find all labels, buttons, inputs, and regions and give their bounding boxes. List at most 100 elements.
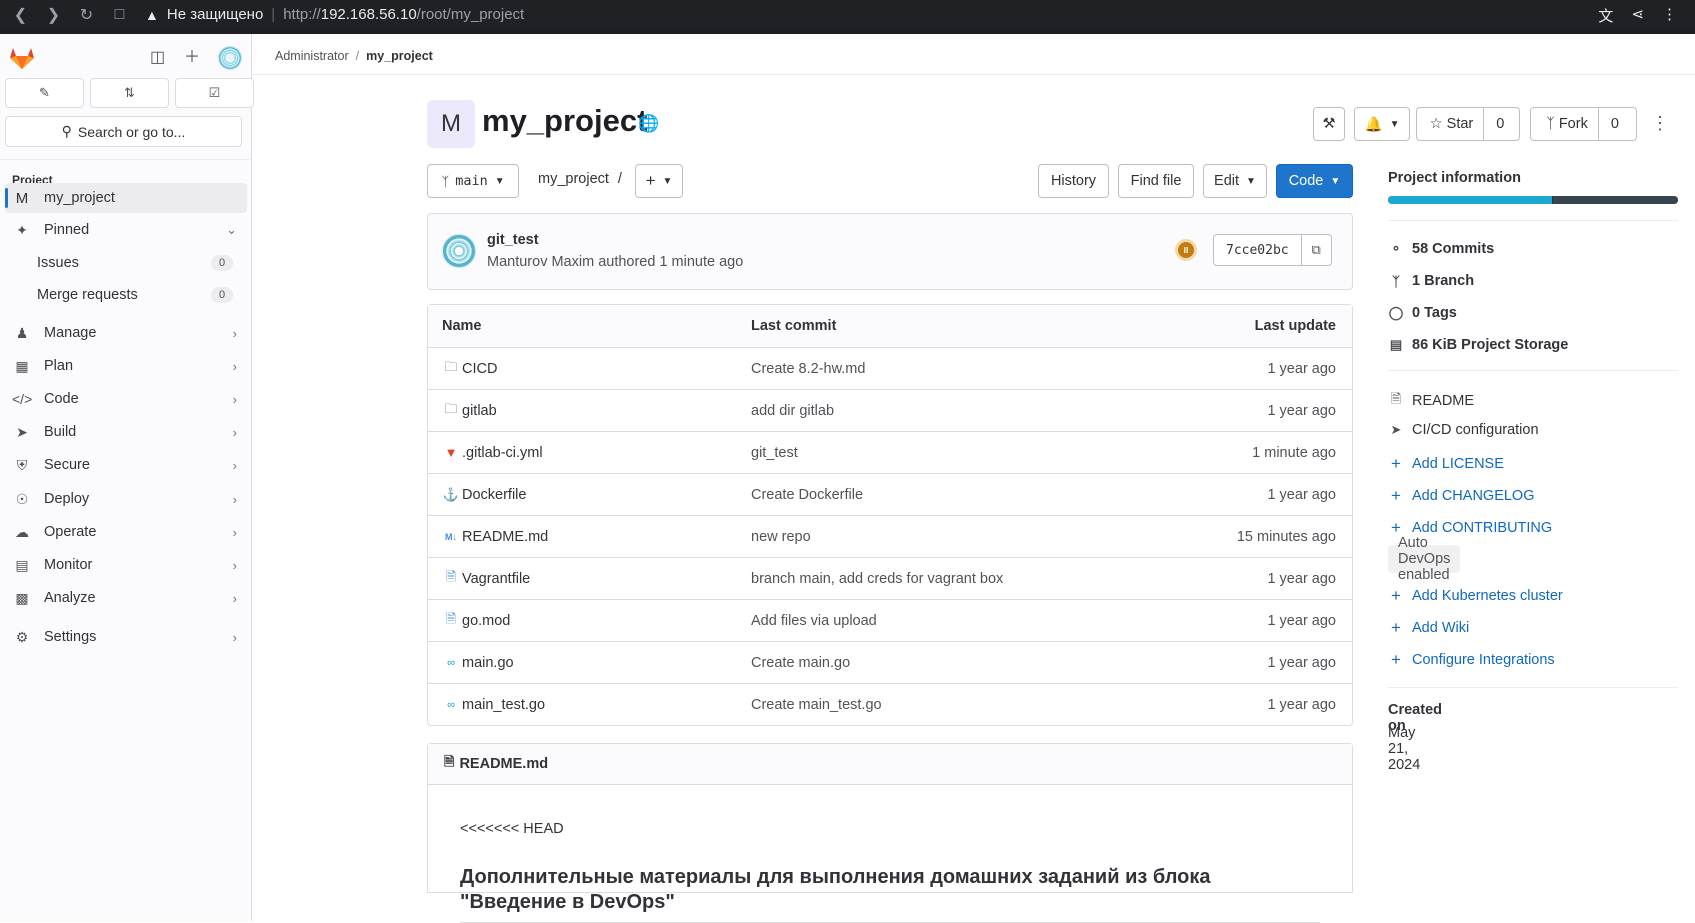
file-updated: 1 year ago [1267, 570, 1336, 587]
readme-filename[interactable]: README.md [459, 756, 548, 772]
sidebar-item-deploy[interactable]: ☉ Deploy › [5, 484, 247, 514]
settings-wrench-button[interactable]: ⚒ [1313, 107, 1345, 141]
chevron-down-icon: ▼ [1246, 175, 1256, 187]
file-link[interactable]: M↓ README.md [442, 529, 548, 545]
translate-icon[interactable]: 文 [1598, 5, 1613, 26]
readme-text: <<<<<<< HEAD [460, 821, 564, 837]
sidebar-item-secure[interactable]: ⛨ Secure › [5, 450, 247, 480]
star-button[interactable]: ☆ Star 0 [1416, 107, 1520, 141]
cicd-config-link[interactable]: ➤ CI/CD configuration [1388, 422, 1539, 438]
add-license-link[interactable]: + Add LICENSE [1388, 454, 1504, 474]
file-commit-message[interactable]: Add files via upload [751, 613, 877, 629]
issues-shortcut-button[interactable]: ✎ [5, 78, 84, 108]
file-commit-message[interactable]: Create Dockerfile [751, 487, 863, 503]
address-bar[interactable]: http://192.168.56.10/root/my_project [283, 6, 524, 23]
merge-requests-count-badge: 0 [211, 287, 233, 303]
file-link[interactable]: 🗀 gitlab [442, 400, 496, 422]
fork-count[interactable]: 0 [1597, 108, 1631, 140]
add-wiki-link[interactable]: + Add Wiki [1388, 618, 1469, 638]
copy-icon[interactable]: ⧉ [1300, 235, 1331, 265]
more-actions-icon[interactable]: ⋮ [1651, 113, 1669, 134]
breadcrumb: Administrator / my_project [275, 49, 433, 63]
fork-button[interactable]: ᛉ Fork 0 [1530, 107, 1637, 141]
add-to-tree-button[interactable]: + ▼ [635, 164, 683, 198]
notifications-button[interactable]: 🔔 ▼ [1354, 107, 1410, 141]
readme-link[interactable]: 🗎 README [1388, 390, 1474, 412]
sidebar-item-project[interactable]: M my_project [5, 183, 247, 213]
sidebar-item-issues[interactable]: Issues 0 [5, 248, 247, 278]
history-button[interactable]: History [1038, 164, 1109, 198]
file-commit-message[interactable]: Create main.go [751, 655, 850, 671]
sidebar-item-code[interactable]: </> Code › [5, 384, 247, 414]
commit-author-avatar[interactable] [442, 234, 476, 268]
file-link[interactable]: 🗀 CICD [442, 358, 497, 380]
share-icon[interactable]: ⋖ [1631, 5, 1644, 26]
find-file-button[interactable]: Find file [1118, 164, 1194, 198]
sidebar-toggle-icon[interactable]: ◫ [150, 50, 165, 66]
branch-selector[interactable]: ᛉ main ▼ [427, 164, 519, 198]
language-segment-1[interactable] [1388, 196, 1553, 204]
forward-icon[interactable]: ❯ [46, 5, 61, 25]
sidebar-item-operate[interactable]: ☁ Operate › [5, 517, 247, 547]
branches-link[interactable]: ᛉ1 Branch [1388, 273, 1474, 289]
language-segment-2[interactable] [1553, 196, 1678, 204]
insecure-label[interactable]: Не защищено [167, 6, 263, 23]
file-link[interactable]: ⚓ Dockerfile [442, 487, 527, 503]
file-commit-message[interactable]: add dir gitlab [751, 403, 834, 419]
column-header-last-update: Last update [1254, 318, 1336, 334]
chevron-down-icon: ▼ [494, 175, 505, 187]
sidebar-item-manage[interactable]: ♟ Manage › [5, 318, 247, 348]
auto-devops-badge[interactable]: Auto DevOps enabled [1388, 535, 1461, 583]
readme-header: 🗎 README.md [428, 744, 1352, 785]
commit-title[interactable]: git_test [487, 232, 539, 248]
chevron-down-icon: ▼ [1389, 118, 1400, 130]
gitlab-logo-icon[interactable] [9, 46, 35, 70]
bookmark-icon[interactable]: □ [112, 6, 127, 24]
user-avatar[interactable] [218, 46, 242, 70]
sidebar-item-build[interactable]: ➤ Build › [5, 417, 247, 447]
sidebar-item-plan[interactable]: ▦ Plan › [5, 351, 247, 381]
sidebar-item-merge-requests[interactable]: Merge requests 0 [5, 280, 247, 310]
file-commit-message[interactable]: branch main, add creds for vagrant box [751, 571, 1003, 587]
breadcrumb-parent[interactable]: Administrator [275, 49, 349, 63]
menu-icon[interactable]: ⋮ [1662, 5, 1677, 26]
code-dropdown-button[interactable]: Code ▼ [1276, 164, 1353, 198]
header-divider [252, 74, 1695, 75]
merge-requests-shortcut-button[interactable]: ⇅ [90, 78, 169, 108]
table-row: ∞ main_test.go Create main_test.go 1 year… [428, 683, 1352, 725]
search-button[interactable]: ⚲ Search or go to... [5, 116, 242, 147]
file-link[interactable]: 🗎 go.mod [442, 610, 511, 632]
storage-link[interactable]: ▤ 86 KiB Project Storage [1388, 337, 1569, 353]
file-link[interactable]: ∞ main_test.go [442, 697, 545, 713]
reload-icon[interactable]: ↻ [79, 5, 94, 25]
tags-link[interactable]: ◯ 0 Tags [1388, 305, 1457, 321]
add-changelog-link[interactable]: + Add CHANGELOG [1388, 486, 1534, 506]
language-bar[interactable] [1388, 196, 1678, 204]
sidebar-item-monitor[interactable]: ▤ Monitor › [5, 550, 247, 580]
add-kubernetes-link[interactable]: + Add Kubernetes cluster [1388, 586, 1563, 606]
back-icon[interactable]: ❮ [13, 5, 28, 25]
sidebar-item-pinned[interactable]: ✦ Pinned ⌄ [5, 215, 247, 245]
commits-link[interactable]: ⚬ 58 Commits [1388, 241, 1495, 257]
commit-sha[interactable]: 7cce02bc [1214, 235, 1301, 265]
configure-integrations-link[interactable]: + Configure Integrations [1388, 650, 1555, 670]
repo-path-root[interactable]: my_project [538, 171, 609, 187]
sidebar-item-analyze[interactable]: ▩ Analyze › [5, 583, 247, 613]
new-item-icon[interactable]: ＋ [184, 50, 200, 66]
sidebar-item-settings[interactable]: ⚙ Settings › [5, 622, 247, 652]
file-commit-message[interactable]: new repo [751, 529, 811, 545]
todos-shortcut-button[interactable]: ☑ [175, 78, 254, 108]
file-commit-message[interactable]: Create main_test.go [751, 697, 882, 713]
sidebar-item-label: Plan [44, 358, 74, 374]
edit-dropdown-button[interactable]: Edit ▼ [1203, 164, 1267, 198]
star-count[interactable]: 0 [1483, 108, 1516, 140]
table-header: Name Last commit Last update [428, 305, 1352, 347]
breadcrumb-current[interactable]: my_project [366, 49, 433, 63]
file-link[interactable]: ▼ .gitlab-ci.yml [442, 445, 543, 461]
pipeline-status-icon[interactable]: II [1175, 239, 1197, 261]
file-commit-message[interactable]: Create 8.2-hw.md [751, 361, 865, 377]
file-link[interactable]: 🗎 Vagrantfile [442, 568, 530, 590]
file-commit-message[interactable]: git_test [751, 445, 798, 461]
file-link[interactable]: ∞ main.go [442, 655, 514, 671]
warning-icon[interactable]: ▲ [145, 7, 159, 23]
